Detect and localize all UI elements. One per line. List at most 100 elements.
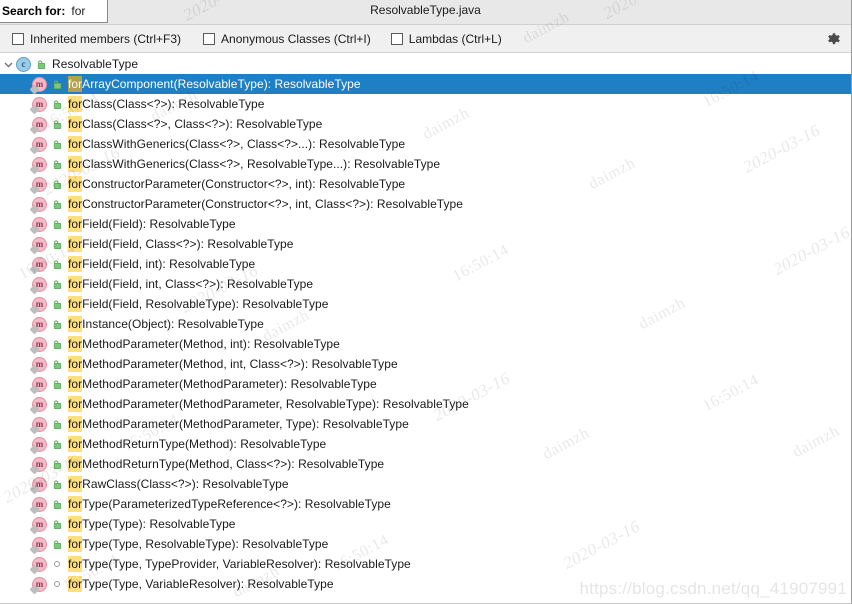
- search-match-highlight: for: [68, 576, 83, 592]
- static-lock-icon: [50, 119, 64, 130]
- static-lock-icon: [50, 79, 64, 90]
- search-match-highlight: for: [68, 476, 83, 492]
- search-match-highlight: for: [68, 456, 83, 472]
- method-icon: m: [32, 556, 47, 572]
- checkbox-lambdas[interactable]: Lambdas (Ctrl+L): [390, 32, 502, 46]
- method-icon: m: [32, 136, 47, 152]
- tree-row-method[interactable]: m forType(Type, TypeProvider, VariableRes…: [0, 554, 851, 574]
- method-icon: m: [32, 296, 47, 312]
- tree-row-label: forField(Field, int): ResolvableType: [68, 256, 255, 272]
- tree-row-method[interactable]: m forClassWithGenerics(Class<?>, Resolvab…: [0, 154, 851, 174]
- tree-row-method[interactable]: m forMethodReturnType(Method): Resolvable…: [0, 434, 851, 454]
- tree-row-label: forConstructorParameter(Constructor<?>, …: [68, 176, 406, 192]
- tree-row-method[interactable]: m forField(Field, int, Class<?>): Resolva…: [0, 274, 851, 294]
- method-icon: m: [32, 156, 47, 172]
- tree-row-label: forType(Type, TypeProvider, VariableReso…: [68, 556, 411, 572]
- tree-row-signature: Field(Field, ResolvableType): Resolvable…: [82, 297, 329, 311]
- tree-row-method[interactable]: m forType(Type): ResolvableType: [0, 514, 851, 534]
- method-icon: m: [32, 216, 47, 232]
- tree-row-signature: Type(ParameterizedTypeReference<?>): Res…: [82, 497, 391, 511]
- tree-row-method[interactable]: m forField(Field, Class<?>): ResolvableTy…: [0, 234, 851, 254]
- tree-row-method[interactable]: m forField(Field, int): ResolvableType: [0, 254, 851, 274]
- tree-row-method[interactable]: m forField(Field): ResolvableType: [0, 214, 851, 234]
- method-icon: m: [32, 436, 47, 452]
- tree-row-method[interactable]: m forMethodReturnType(Method, Class<?>): …: [0, 454, 851, 474]
- tree-row-signature: Instance(Object): ResolvableType: [82, 317, 264, 331]
- tree-row-label: forClassWithGenerics(Class<?>, Resolvabl…: [68, 156, 440, 172]
- tree-row-method[interactable]: m forClass(Class<?>): ResolvableType: [0, 94, 851, 114]
- static-lock-icon: [50, 439, 64, 450]
- tree-row-signature: Class(Class<?>, Class<?>): ResolvableTyp…: [82, 117, 323, 131]
- tree-row-signature: ConstructorParameter(Constructor<?>, int…: [82, 197, 464, 211]
- search-match-highlight: for: [68, 396, 83, 412]
- method-icon: m: [32, 416, 47, 432]
- checkbox-box-icon[interactable]: [203, 32, 216, 45]
- tree-row-method[interactable]: m forClass(Class<?>, Class<?>): Resolvabl…: [0, 114, 851, 134]
- chevron-down-icon[interactable]: [0, 59, 16, 70]
- tree-row-signature: Field(Field): ResolvableType: [82, 217, 236, 231]
- static-lock-icon: [50, 239, 64, 250]
- static-lock-icon: [50, 139, 64, 150]
- member-rows-container: m forArrayComponent(ResolvableType): Reso…: [0, 74, 851, 594]
- checkbox-box-icon[interactable]: [12, 32, 24, 45]
- tree-row-method[interactable]: m forMethodParameter(MethodParameter): Re…: [0, 374, 851, 394]
- checkbox-inherited-members[interactable]: Inherited members (Ctrl+F3): [12, 32, 181, 46]
- tree-row-label: forType(Type): ResolvableType: [68, 516, 236, 532]
- search-match-highlight: for: [68, 256, 83, 272]
- method-icon: m: [32, 356, 47, 372]
- tree-row-class[interactable]: c ResolvableType: [0, 54, 851, 74]
- static-lock-icon: [50, 519, 64, 530]
- tree-row-method[interactable]: m forInstance(Object): ResolvableType: [0, 314, 851, 334]
- tree-row-label: forClass(Class<?>, Class<?>): Resolvable…: [68, 116, 323, 132]
- tree-row-signature: ConstructorParameter(Constructor<?>, int…: [82, 177, 406, 191]
- method-icon: m: [32, 576, 47, 592]
- checkbox-label: Anonymous Classes (Ctrl+I): [221, 31, 371, 46]
- tree-row-method[interactable]: m forConstructorParameter(Constructor<?>,…: [0, 174, 851, 194]
- tree-row-label: ResolvableType: [52, 57, 139, 71]
- tree-row-method[interactable]: m forMethodParameter(Method, int): Resolv…: [0, 334, 851, 354]
- search-field-container[interactable]: Search for:: [0, 0, 120, 23]
- find-members-window: Search for: ResolvableType.java Inherite…: [0, 0, 852, 604]
- checkbox-box-icon[interactable]: [390, 32, 403, 45]
- tree-row-method[interactable]: m forMethodParameter(Method, int, Class<?…: [0, 354, 851, 374]
- checkbox-label: Inherited members (Ctrl+F3): [30, 31, 182, 46]
- tree-row-label: forMethodReturnType(Method, Class<?>): R…: [68, 456, 384, 472]
- tree-row-method[interactable]: m forClassWithGenerics(Class<?>, Class<?>…: [0, 134, 851, 154]
- tree-row-signature: Type(Type, VariableResolver): Resolvable…: [82, 577, 334, 591]
- package-private-icon: [50, 581, 64, 587]
- package-private-dot-icon: [54, 581, 60, 587]
- tree-row-method[interactable]: m forType(Type, ResolvableType): Resolvab…: [0, 534, 851, 554]
- tree-row-signature: Field(Field, int, Class<?>): ResolvableT…: [82, 277, 314, 291]
- members-tree[interactable]: c ResolvableType m forArrayComponent(Reso…: [0, 53, 851, 594]
- search-match-highlight: for: [68, 116, 83, 132]
- tree-row-signature: Field(Field, Class<?>): ResolvableType: [82, 237, 294, 251]
- tree-row-method[interactable]: m forRawClass(Class<?>): ResolvableType: [0, 474, 851, 494]
- tree-row-label: forMethodParameter(MethodParameter, Reso…: [68, 396, 469, 412]
- search-match-highlight: for: [68, 496, 83, 512]
- method-icon: m: [32, 276, 47, 292]
- method-icon: m: [32, 476, 47, 492]
- search-match-highlight: for: [68, 316, 83, 332]
- tree-row-label: forRawClass(Class<?>): ResolvableType: [68, 476, 289, 492]
- tree-row-method[interactable]: m forArrayComponent(ResolvableType): Reso…: [0, 74, 851, 94]
- tree-row-method[interactable]: m forConstructorParameter(Constructor<?>,…: [0, 194, 851, 214]
- tree-row-method[interactable]: m forField(Field, ResolvableType): Resolv…: [0, 294, 851, 314]
- tree-row-label: forMethodParameter(MethodParameter, Type…: [68, 416, 409, 432]
- static-lock-icon: [50, 279, 64, 290]
- method-icon: m: [32, 116, 47, 132]
- tree-row-signature: MethodParameter(MethodParameter): Resolv…: [82, 377, 377, 391]
- tree-row-method[interactable]: m forType(ParameterizedTypeReference<?>):…: [0, 494, 851, 514]
- method-icon: m: [32, 236, 47, 252]
- search-input[interactable]: [71, 4, 120, 18]
- search-match-highlight: for: [68, 296, 83, 312]
- search-match-highlight: for: [68, 236, 83, 252]
- search-match-highlight: for: [68, 276, 83, 292]
- static-lock-icon: [50, 359, 64, 370]
- tree-row-method[interactable]: m forMethodParameter(MethodParameter, Res…: [0, 394, 851, 414]
- method-icon: m: [32, 316, 47, 332]
- gear-icon[interactable]: [826, 31, 842, 47]
- tree-row-method[interactable]: m forMethodParameter(MethodParameter, Typ…: [0, 414, 851, 434]
- search-match-highlight: for: [68, 96, 83, 112]
- checkbox-anonymous-classes[interactable]: Anonymous Classes (Ctrl+I): [203, 32, 371, 46]
- search-match-highlight: for: [68, 356, 83, 372]
